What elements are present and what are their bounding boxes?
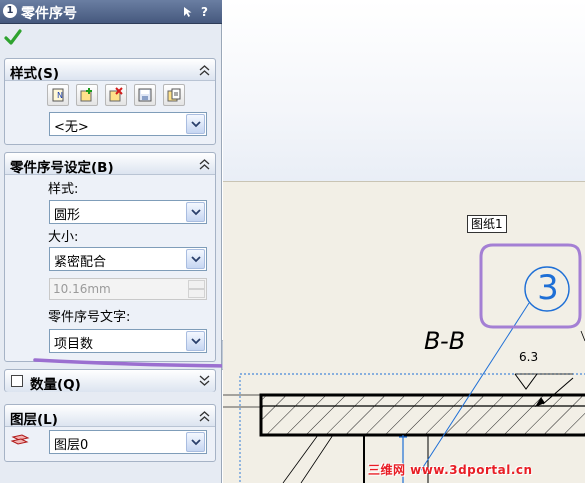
help-icon-button[interactable] [181, 4, 196, 20]
custom-size-field[interactable]: 10.16mm [49, 278, 207, 300]
balloon-new-icon[interactable]: N [47, 84, 69, 106]
property-manager-header: 1 零件序号 ? [0, 0, 222, 24]
quantity-group: 数量(Q) [4, 369, 216, 393]
quantity-group-title: 数量(Q) [30, 377, 81, 393]
balloon-add-icon[interactable] [76, 84, 98, 106]
balloon-save-icon[interactable] [134, 84, 156, 106]
expand-icon[interactable] [199, 375, 210, 387]
section-view-geometry [223, 243, 585, 483]
graphics-area-background [223, 0, 585, 181]
balloon-number[interactable]: 3 [525, 268, 571, 308]
chevron-down-icon[interactable] [186, 331, 205, 351]
balloon-text-label: 零件序号文字: [48, 310, 131, 325]
chevron-down-icon[interactable] [186, 249, 205, 269]
highlight-underline [33, 358, 232, 368]
style-preset-select[interactable]: <无> [49, 112, 207, 136]
balloon-settings-title: 零件序号设定(B) [10, 160, 114, 176]
chevron-down-icon[interactable] [186, 114, 205, 134]
layer-group-title: 图层(L) [10, 412, 58, 428]
style-group-title: 样式(S) [10, 66, 60, 82]
balloon-style-select[interactable]: 圆形 [49, 200, 207, 224]
collapse-icon[interactable] [199, 410, 210, 422]
layer-select[interactable]: 图层0 [49, 430, 207, 454]
custom-size-value: 10.16mm [53, 282, 111, 296]
help-button[interactable]: ? [197, 4, 212, 20]
quantity-group-header[interactable]: 数量(Q) [5, 370, 215, 393]
collapse-icon[interactable] [199, 64, 210, 76]
property-manager: 1 零件序号 ? 样式(S) N <无> 零件序号设定(B) 样式: 圆形 大小… [0, 0, 222, 483]
layer-group-header[interactable]: 图层(L) [5, 405, 215, 428]
quantity-checkbox[interactable] [11, 375, 23, 387]
spin-down-button[interactable] [188, 289, 205, 298]
balloon-size-select[interactable]: 紧密配合 [49, 247, 207, 271]
spin-up-button[interactable] [188, 280, 205, 289]
svg-text:N: N [57, 91, 63, 100]
layer-group: 图层(L) 图层0 [4, 404, 216, 462]
collapse-icon[interactable] [199, 158, 210, 170]
balloon-text-value: 项目数 [54, 337, 94, 352]
style-preset-value: <无> [54, 120, 89, 135]
property-manager-title: 零件序号 [21, 6, 77, 22]
size-label: 大小: [48, 230, 79, 245]
balloon-settings-header[interactable]: 零件序号设定(B) [5, 153, 215, 176]
surface-roughness-value[interactable]: 6.3 [519, 350, 538, 364]
balloon-settings-group: 零件序号设定(B) 样式: 圆形 大小: 紧密配合 10.16mm 零件序号文字… [4, 152, 216, 362]
style-label: 样式: [48, 182, 79, 197]
balloon-feature-icon: 1 [3, 4, 17, 18]
checkmark-icon[interactable] [4, 28, 22, 46]
help-arrow-icon [184, 7, 192, 17]
layer-value: 图层0 [54, 438, 89, 453]
section-view-label[interactable]: B-B [424, 327, 465, 355]
balloon-size-value: 紧密配合 [54, 255, 107, 270]
style-group-header[interactable]: 样式(S) [5, 59, 215, 82]
style-group: 样式(S) N <无> [4, 58, 216, 145]
layers-icon [10, 434, 30, 445]
balloon-text-select[interactable]: 项目数 [49, 329, 207, 353]
watermark-text: 三维网 www.3dportal.cn [368, 463, 533, 477]
balloon-style-value: 圆形 [54, 208, 81, 223]
chevron-down-icon[interactable] [186, 202, 205, 222]
chevron-down-icon[interactable] [186, 432, 205, 452]
balloon-delete-icon[interactable] [105, 84, 127, 106]
balloon-load-icon[interactable] [163, 84, 185, 106]
